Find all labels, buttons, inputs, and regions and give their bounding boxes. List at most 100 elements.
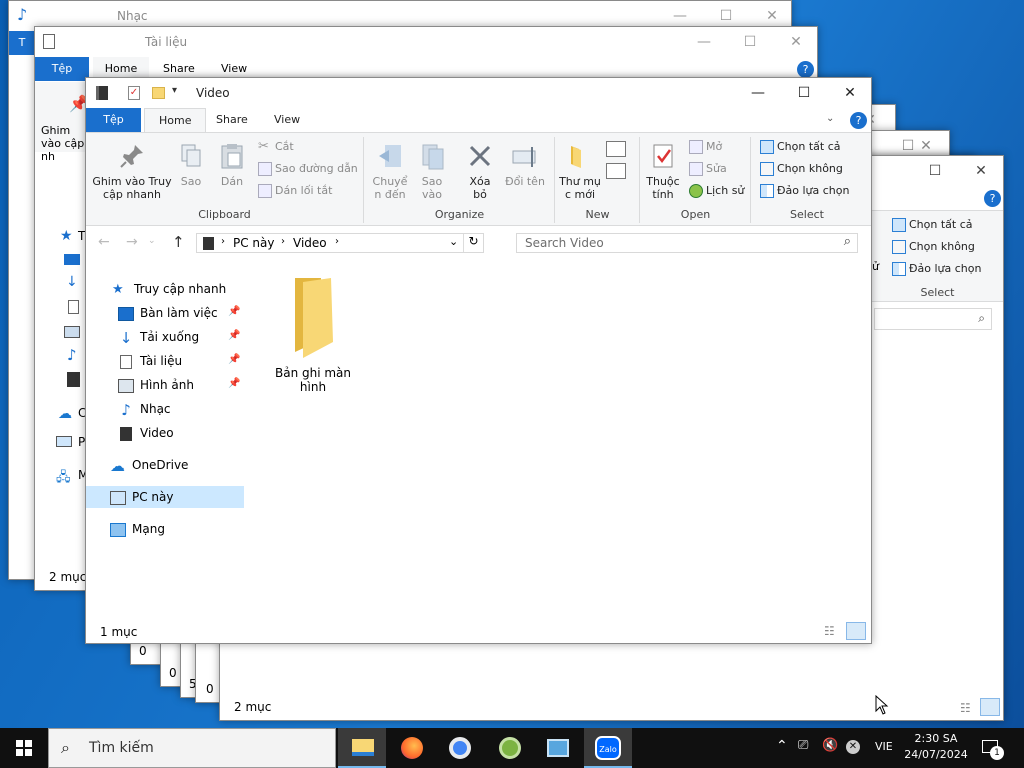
file-tab[interactable]: T — [9, 31, 35, 55]
new-item-icon[interactable] — [606, 141, 626, 157]
customize-quick-access-icon[interactable]: ▾ — [172, 85, 177, 96]
input-language[interactable]: VIE — [875, 740, 893, 753]
control-panel-icon — [547, 739, 569, 757]
close-button[interactable]: ✕ — [827, 78, 871, 108]
notification-count: 1 — [990, 746, 1004, 760]
help-icon[interactable]: ? — [984, 190, 1001, 207]
details-view-icon[interactable]: ☷ — [960, 701, 971, 715]
file-tab[interactable]: Tệp — [86, 108, 141, 132]
breadcrumb-separator-icon: › — [335, 236, 339, 247]
show-hidden-icons-icon[interactable]: ⌃ — [776, 738, 788, 754]
nav-item-video[interactable]: Video — [118, 422, 174, 444]
invert-selection-button[interactable]: Đảo lựa chọn — [892, 259, 981, 279]
notification-center-button[interactable]: 1 — [980, 736, 1004, 760]
tab-home[interactable]: Home — [144, 108, 207, 133]
control-panel-taskbar-button[interactable] — [534, 728, 582, 768]
folder-icon — [352, 739, 374, 756]
copy-button[interactable]: Sao — [174, 141, 208, 188]
open-button[interactable]: Mở — [689, 137, 722, 157]
search-box[interactable]: ⌕ — [874, 308, 992, 330]
nav-item-pictures[interactable]: Hình ảnh — [118, 374, 194, 396]
tab-view[interactable]: View — [260, 108, 314, 132]
group-label: New — [585, 208, 610, 221]
help-icon[interactable]: ? — [850, 112, 867, 129]
collapse-ribbon-icon[interactable]: ⌄ — [826, 113, 834, 124]
copy-path-button[interactable]: Sao đường dẫn — [258, 159, 358, 179]
new-group: Thư mụ c mới New — [556, 137, 640, 223]
up-button[interactable]: ↑ — [172, 233, 185, 251]
refresh-icon[interactable]: ↻ — [463, 234, 483, 252]
clock[interactable]: 2:30 SA 24/07/2024 — [900, 731, 972, 763]
taskbar-search[interactable]: ⌕ Tìm kiếm — [48, 728, 336, 768]
coc-coc-taskbar-button[interactable] — [486, 728, 534, 768]
details-view-icon[interactable]: ☷ — [824, 624, 835, 638]
invert-selection-button[interactable]: Đảo lựa chọn — [760, 181, 849, 201]
copy-to-icon — [422, 144, 444, 170]
file-tab[interactable]: Tệp — [35, 57, 89, 81]
delete-button[interactable]: Xóa bỏ — [461, 141, 499, 201]
nav-item-documents[interactable]: Tài liệu — [118, 350, 182, 372]
address-bar[interactable]: › PC này › Video › ⌄ ↻ — [196, 233, 484, 253]
chrome-taskbar-button[interactable] — [436, 728, 484, 768]
folder-item[interactable]: Bản ghi màn hình — [268, 274, 358, 404]
error-icon[interactable]: ✕ — [846, 740, 860, 754]
open-icon — [689, 140, 703, 154]
properties-button[interactable]: Thuộc tính — [643, 141, 683, 201]
nav-item-network[interactable]: Mạng — [110, 518, 165, 540]
zalo-taskbar-button[interactable]: Zalo — [584, 728, 632, 768]
new-folder-button[interactable]: Thư mụ c mới — [558, 141, 602, 201]
maximize-button[interactable]: ☐ — [727, 27, 773, 57]
search-input[interactable]: Search Video — [525, 236, 604, 250]
breadcrumb-separator-icon: › — [281, 236, 285, 247]
network-status-icon[interactable]: ⎚ — [798, 738, 808, 753]
nav-item-desktop[interactable]: Bàn làm việc — [118, 302, 218, 324]
nav-item-downloads[interactable]: ↓ Tải xuống — [118, 326, 199, 348]
tab-share[interactable]: Share — [202, 108, 262, 132]
edit-button[interactable]: Sửa — [689, 159, 727, 179]
help-icon[interactable]: ? — [797, 61, 814, 78]
large-icons-view-icon[interactable] — [980, 698, 1000, 716]
explorer-window-video[interactable]: ✓ ▾ Video — ☐ ✕ Tệp Home Share View ⌄ ? … — [85, 77, 872, 644]
select-none-button[interactable]: Chọn không — [760, 159, 843, 179]
copy-to-button[interactable]: Sao vào — [413, 141, 451, 201]
forward-button[interactable]: → — [126, 234, 138, 250]
zalo-icon: Zalo — [595, 736, 621, 760]
select-none-button[interactable]: Chọn không — [892, 237, 975, 257]
taskbar-search-input[interactable]: Tìm kiếm — [89, 740, 154, 756]
cut-button[interactable]: ✂ Cắt — [258, 137, 294, 157]
pin-quick-access-button[interactable]: Ghim vào Truy cập nhanh — [90, 141, 174, 201]
firefox-taskbar-button[interactable] — [388, 728, 436, 768]
nav-item-music[interactable]: ♪ Nhạc — [118, 398, 170, 420]
paste-shortcut-button[interactable]: Dán lối tắt — [258, 181, 332, 201]
maximize-button[interactable]: ☐ — [781, 78, 827, 108]
nav-item-onedrive[interactable]: ☁ OneDrive — [110, 454, 188, 476]
file-explorer-taskbar-button[interactable] — [338, 728, 386, 768]
back-button[interactable]: ← — [98, 234, 110, 250]
music-icon: ♪ — [121, 400, 131, 419]
select-all-button[interactable]: Chọn tất cả — [760, 137, 841, 157]
minimize-button[interactable]: — — [681, 27, 727, 57]
paste-button[interactable]: Dán — [212, 141, 252, 188]
mouse-cursor-icon — [875, 695, 889, 715]
new-folder-quick-icon[interactable] — [152, 87, 165, 99]
large-icons-view-icon[interactable] — [846, 622, 866, 640]
move-to-button[interactable]: Chuyể n đến — [371, 141, 409, 201]
start-button[interactable] — [0, 728, 48, 768]
recent-locations-button[interactable]: ⌄ — [148, 236, 156, 246]
search-box[interactable]: Search Video ⌕ — [516, 233, 858, 253]
volume-muted-icon[interactable]: 🔇 — [822, 738, 838, 753]
close-button[interactable]: ✕ — [958, 156, 1003, 186]
address-dropdown-icon[interactable]: ⌄ — [449, 235, 458, 248]
breadcrumb-pc[interactable]: PC này — [233, 236, 275, 250]
select-all-button[interactable]: Chọn tất cả — [892, 215, 973, 235]
nav-item-this-pc[interactable]: PC này — [86, 486, 244, 508]
close-button[interactable]: ✕ — [773, 27, 817, 57]
properties-quick-icon[interactable]: ✓ — [128, 86, 140, 100]
breadcrumb-video[interactable]: Video — [293, 236, 327, 250]
minimize-button[interactable]: — — [735, 78, 781, 108]
maximize-button[interactable]: ☐ — [912, 156, 958, 186]
rename-button[interactable]: Đổi tên — [505, 141, 545, 188]
nav-item-quick-access[interactable]: ★ Truy cập nhanh — [112, 278, 226, 300]
history-button[interactable]: Lịch sử — [689, 181, 744, 201]
easy-access-icon[interactable] — [606, 163, 626, 179]
